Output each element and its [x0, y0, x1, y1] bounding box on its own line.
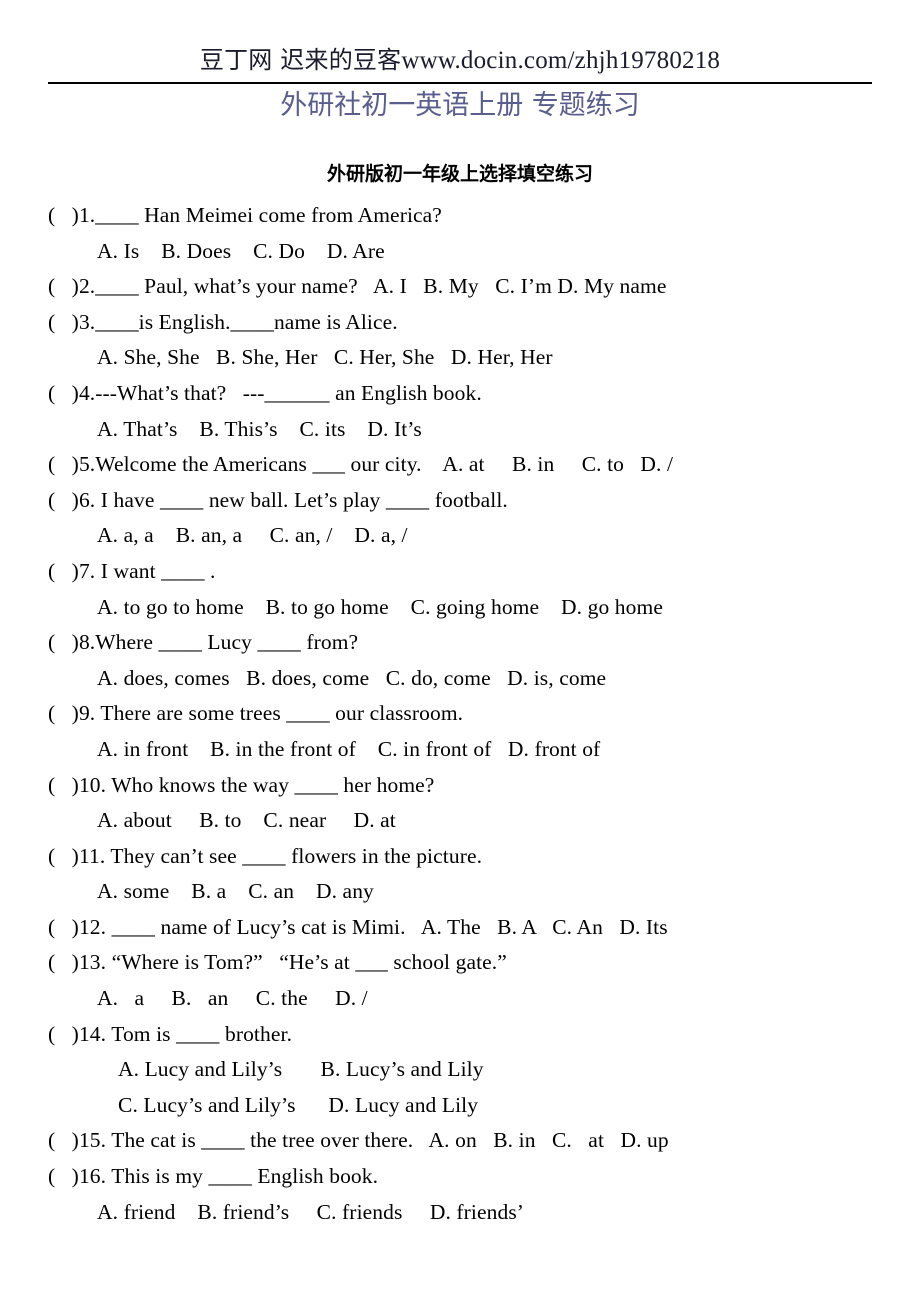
question-line: ( )15. The cat is ____ the tree over the…: [48, 1128, 669, 1153]
document-page: 豆丁网 迟来的豆客www.docin.com/zhjh19780218 外研社初…: [0, 0, 920, 1300]
exercise-list: ( )1.____ Han Meimei come from America? A…: [48, 198, 898, 1230]
question-line: ( )2.____ Paul, what’s your name? A. I B…: [48, 274, 667, 299]
option-line: A. in front B. in the front of C. in fro…: [97, 736, 601, 761]
option-line: A. about B. to C. near D. at: [97, 808, 396, 833]
question-line: ( )7. I want ____ .: [48, 558, 216, 583]
watermark-header: 豆丁网 迟来的豆客www.docin.com/zhjh19780218: [0, 44, 920, 77]
option-line: A. Lucy and Lily’s B. Lucy’s and Lily: [118, 1057, 484, 1082]
header-divider-rule: [48, 82, 872, 84]
page-title: 外研社初一英语上册 专题练习: [280, 90, 640, 121]
question-line: ( )8.Where ____ Lucy ____ from?: [48, 630, 359, 655]
page-subtitle: 外研版初一年级上选择填空练习: [326, 163, 593, 185]
question-line: ( )11. They can’t see ____ flowers in th…: [48, 843, 483, 868]
question-line: ( )12. ____ name of Lucy’s cat is Mimi. …: [48, 914, 668, 939]
question-line: ( )16. This is my ____ English book.: [48, 1164, 379, 1189]
option-line: A. Is B. Does C. Do D. Are: [97, 238, 385, 263]
option-line: C. Lucy’s and Lily’s D. Lucy and Lily: [118, 1092, 479, 1117]
watermark-url: www.docin.com/zhjh19780218: [401, 47, 721, 74]
question-line: ( )10. Who knows the way ____ her home?: [48, 772, 435, 797]
option-line: A. a, a B. an, a C. an, / D. a, /: [97, 523, 408, 548]
option-line: A. a B. an C. the D. /: [97, 986, 368, 1011]
question-line: ( )14. Tom is ____ brother.: [48, 1021, 293, 1046]
option-line: A. friend B. friend’s C. friends D. frie…: [97, 1199, 525, 1224]
question-line: ( )6. I have ____ new ball. Let’s play _…: [48, 487, 508, 512]
question-line: ( )5.Welcome the Americans ___ our city.…: [48, 452, 674, 477]
option-line: A. She, She B. She, Her C. Her, She D. H…: [97, 345, 553, 370]
option-line: A. to go to home B. to go home C. going …: [97, 594, 663, 619]
question-line: ( )1.____ Han Meimei come from America?: [48, 203, 442, 227]
option-line: A. some B. a C. an D. any: [97, 879, 374, 904]
question-line: ( )3.____is English.____name is Alice.: [48, 309, 398, 334]
option-line: A. does, comes B. does, come C. do, come…: [97, 665, 607, 690]
watermark-site-name: 豆丁网 迟来的豆客: [199, 46, 402, 74]
option-line: A. That’s B. This’s C. its D. It’s: [97, 416, 422, 441]
question-line: ( )4.---What’s that? ---______ an Englis…: [48, 380, 482, 405]
question-line: ( )13. “Where is Tom?” “He’s at ___ scho…: [48, 950, 507, 975]
question-line: ( )9. There are some trees ____ our clas…: [48, 701, 464, 726]
